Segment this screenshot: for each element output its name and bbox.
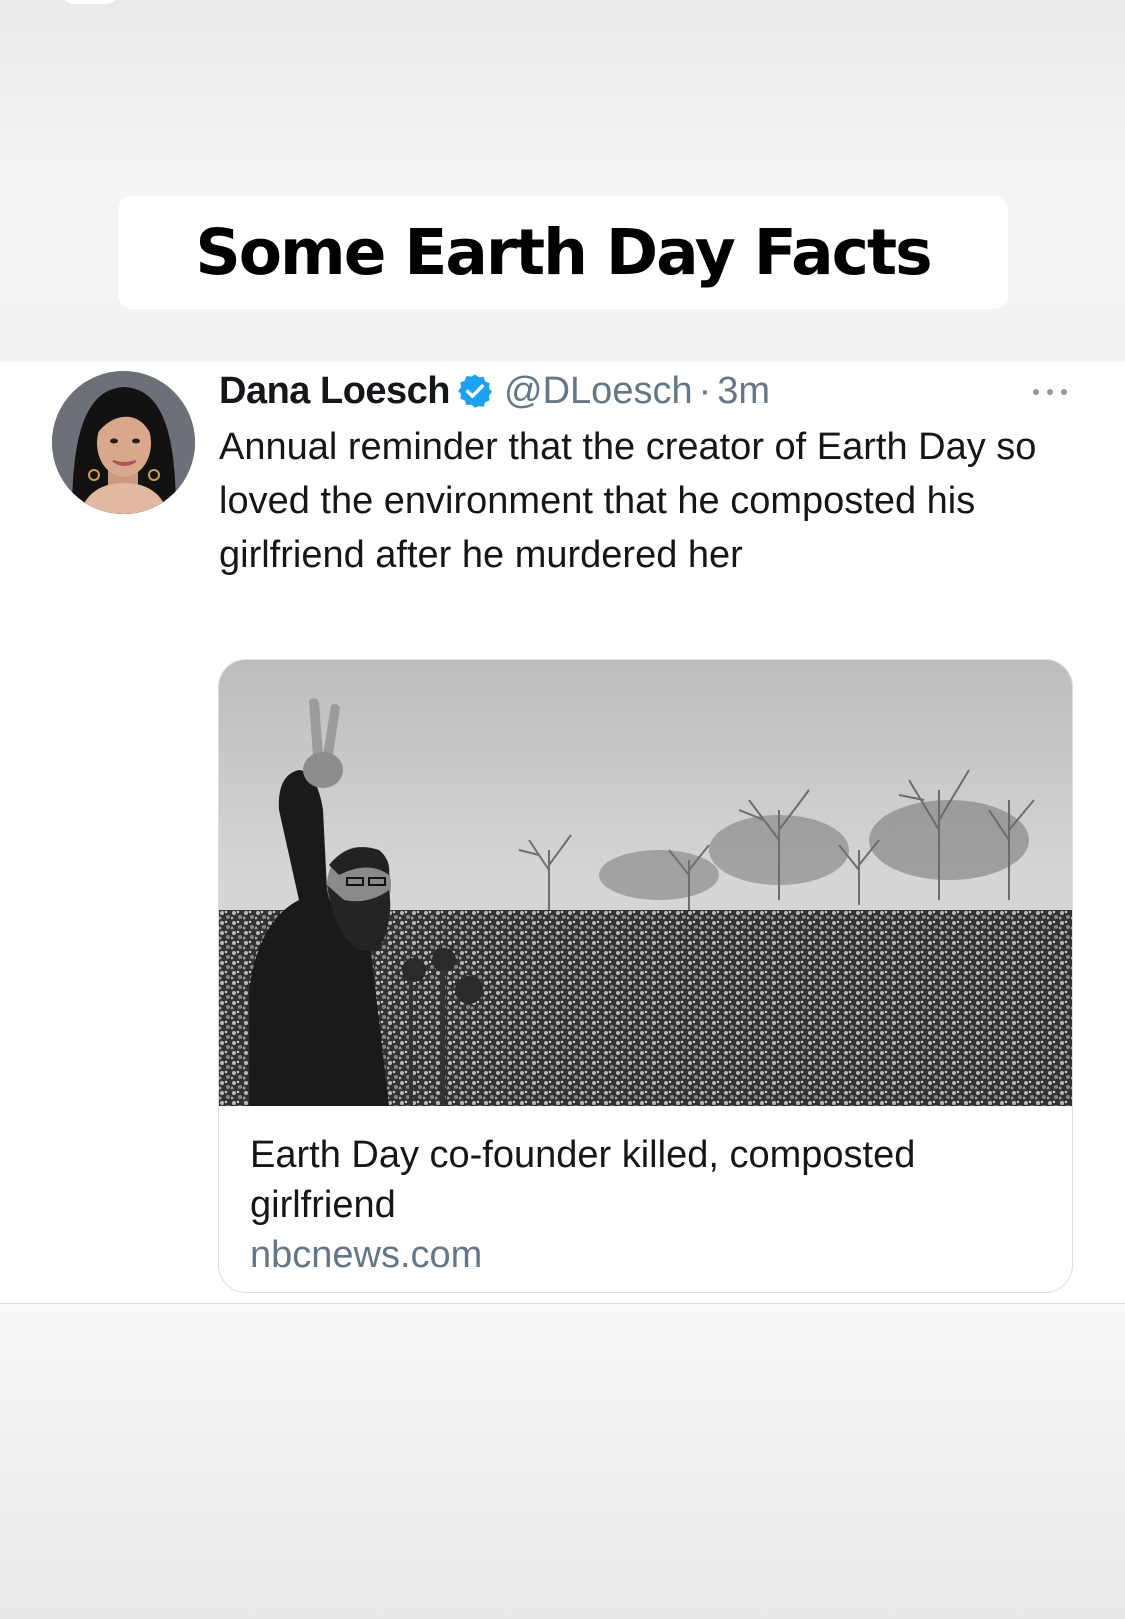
- tweet-card[interactable]: Dana Loesch @DLoesch · 3m Annual reminde…: [0, 362, 1125, 1304]
- ellipsis-icon[interactable]: [1030, 386, 1070, 398]
- verified-badge-icon: [456, 372, 494, 410]
- link-preview-title[interactable]: Earth Day co-founder killed, composted g…: [250, 1130, 1042, 1230]
- link-preview-meta: Earth Day co-founder killed, composted g…: [219, 1106, 1072, 1280]
- link-preview-image[interactable]: [219, 660, 1072, 1106]
- link-preview-domain: nbcnews.com: [250, 1234, 483, 1276]
- timestamp[interactable]: 3m: [717, 370, 770, 413]
- link-preview-card[interactable]: Earth Day co-founder killed, composted g…: [218, 659, 1073, 1293]
- time-separator: ·: [698, 369, 712, 412]
- tweet-text: Annual reminder that the creator of Eart…: [219, 426, 1037, 576]
- author-name[interactable]: Dana Loesch: [219, 370, 451, 413]
- story-caption: Some Earth Day Facts: [118, 196, 1008, 309]
- tweet-header: Dana Loesch @DLoesch · 3m: [219, 362, 1079, 420]
- avatar[interactable]: [52, 371, 195, 514]
- status-pill: [60, 0, 120, 4]
- author-handle[interactable]: @DLoesch: [504, 370, 693, 413]
- caption-text: Some Earth Day Facts: [195, 216, 932, 289]
- bottom-background: [0, 1304, 1125, 1619]
